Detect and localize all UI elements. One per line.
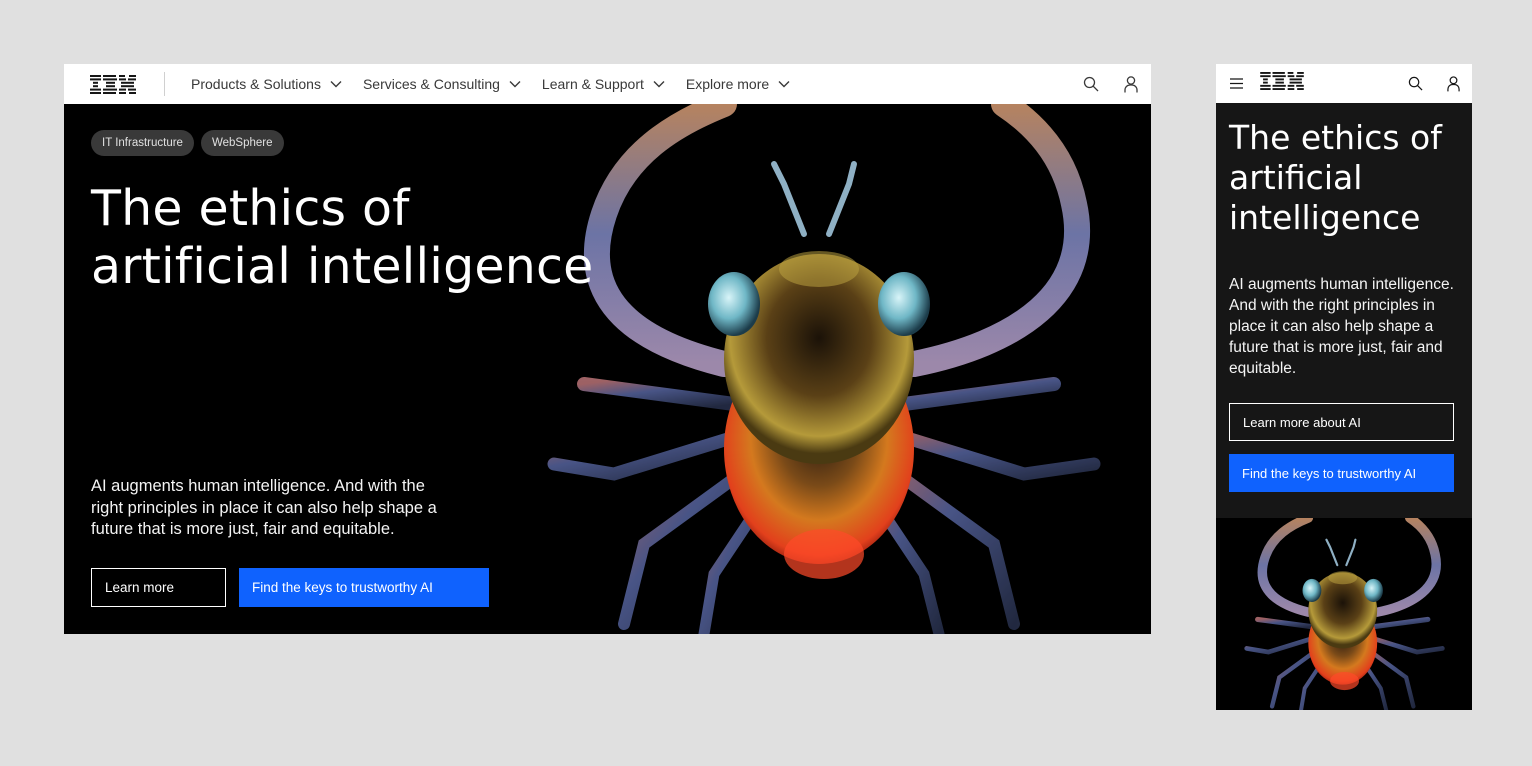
- nav-item-label: Services & Consulting: [362, 76, 500, 92]
- ibm-logo-icon: [1260, 72, 1304, 90]
- user-profile-button[interactable]: [1434, 64, 1472, 103]
- ibm-logo[interactable]: [64, 64, 164, 104]
- mobile-masthead: [1216, 64, 1472, 103]
- search-icon: [1083, 76, 1099, 92]
- hero-crustacean-image: [1216, 518, 1472, 710]
- nav-item-learn[interactable]: Learn & Support: [542, 76, 665, 92]
- learn-more-button[interactable]: Learn more: [91, 568, 226, 607]
- trustworthy-ai-button[interactable]: Find the keys to trustworthy AI: [239, 568, 489, 607]
- nav-menu: Products & Solutions Services & Consulti…: [191, 64, 811, 104]
- nav-actions: [1071, 64, 1151, 104]
- chevron-down-icon: [509, 81, 521, 88]
- tag-it-infrastructure[interactable]: IT Infrastructure: [91, 130, 194, 156]
- user-icon: [1446, 75, 1460, 91]
- nav-item-label: Explore more: [685, 76, 770, 92]
- chevron-down-icon: [778, 81, 790, 88]
- menu-icon: [1229, 78, 1243, 89]
- mobile-nav-actions: [1396, 64, 1472, 103]
- nav-item-label: Learn & Support: [541, 76, 644, 92]
- nav-item-services[interactable]: Services & Consulting: [363, 76, 521, 92]
- trustworthy-ai-button[interactable]: Find the keys to trustworthy AI: [1229, 454, 1454, 492]
- masthead: Products & Solutions Services & Consulti…: [64, 64, 1151, 104]
- search-icon: [1408, 76, 1422, 91]
- nav-item-explore[interactable]: Explore more: [686, 76, 790, 92]
- mobile-hero-frame: The ethics of artificial intelligence AI…: [1216, 64, 1472, 710]
- nav-divider: [164, 72, 165, 96]
- search-button[interactable]: [1071, 64, 1111, 104]
- learn-more-about-ai-button[interactable]: Learn more about AI: [1229, 403, 1454, 441]
- chevron-down-icon: [330, 81, 342, 88]
- user-profile-button[interactable]: [1111, 64, 1151, 104]
- search-button[interactable]: [1396, 64, 1434, 103]
- nav-item-products[interactable]: Products & Solutions: [191, 76, 342, 92]
- page-title: The ethics of artificial intelligence: [91, 180, 594, 295]
- ibm-logo-icon: [90, 74, 136, 94]
- nav-item-label: Products & Solutions: [191, 76, 321, 92]
- desktop-hero-frame: Products & Solutions Services & Consulti…: [64, 64, 1151, 634]
- chevron-down-icon: [653, 81, 665, 88]
- ibm-logo[interactable]: [1260, 72, 1304, 95]
- tag-websphere[interactable]: WebSphere: [200, 130, 284, 156]
- hero-description: AI augments human intelligence. And with…: [1229, 276, 1454, 377]
- hero-content: IT Infrastructure WebSphere The ethics o…: [91, 130, 611, 296]
- page-title: The ethics of artificial intelligence: [1229, 118, 1442, 237]
- tag-list: IT Infrastructure WebSphere: [91, 130, 611, 156]
- hero-description: AI augments human intelligence. And with…: [91, 477, 437, 538]
- menu-button[interactable]: [1216, 64, 1256, 103]
- user-icon: [1124, 75, 1138, 92]
- hero-buttons: Learn more Find the keys to trustworthy …: [91, 568, 489, 607]
